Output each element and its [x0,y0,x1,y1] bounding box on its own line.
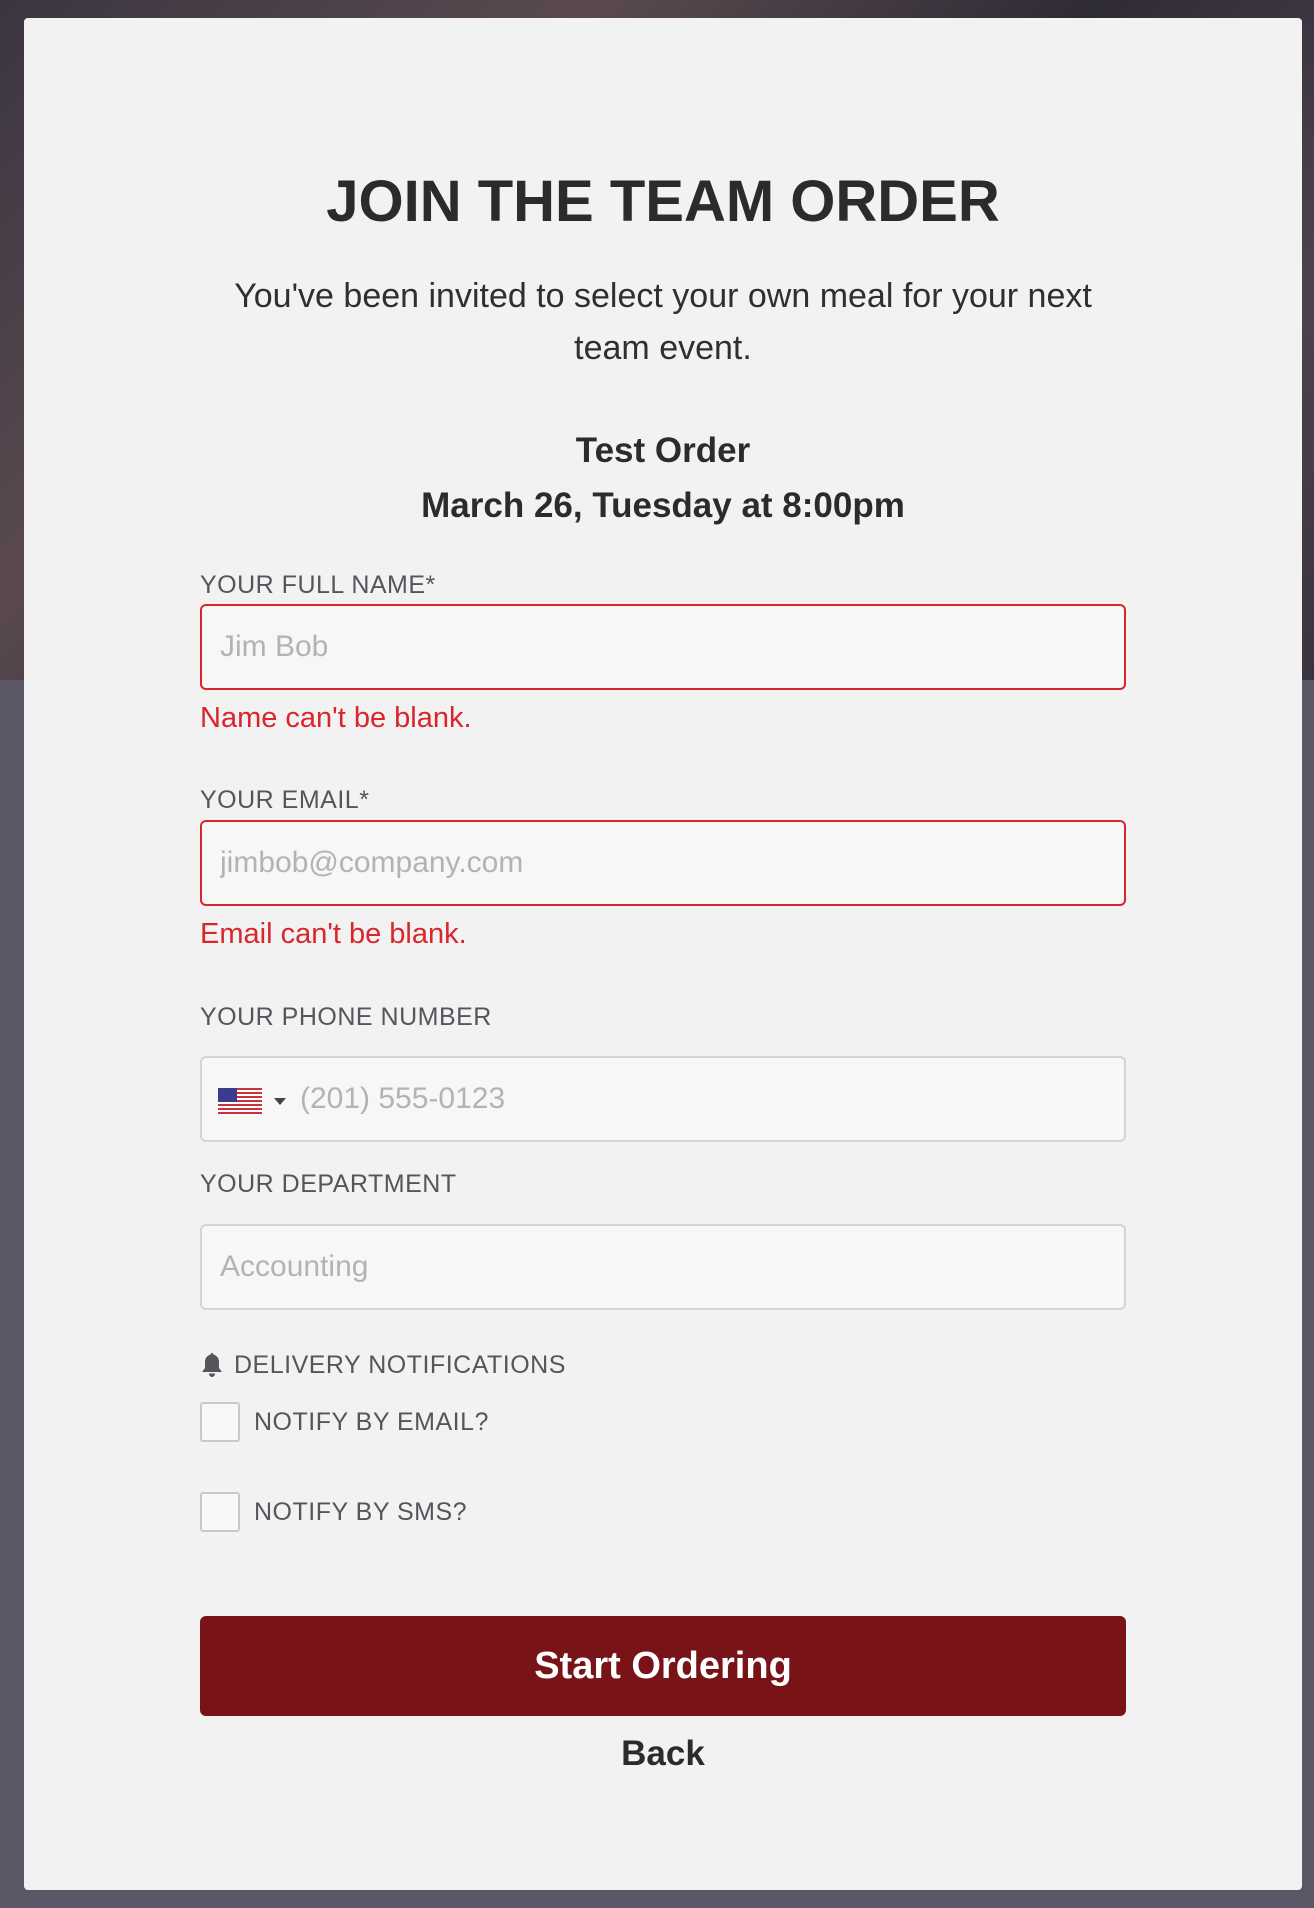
modal-subtitle: You've been invited to select your own m… [234,277,1092,367]
full-name-error: Name can't be blank. [200,702,472,734]
phone-input[interactable] [300,1058,1110,1140]
delivery-notifications-heading: DELIVERY NOTIFICATIONS [200,1350,566,1380]
email-input[interactable] [200,820,1126,906]
full-name-label: YOUR FULL NAME* [200,571,436,599]
us-flag-icon [218,1088,262,1114]
phone-field [200,1056,1126,1142]
notify-sms-option[interactable]: NOTIFY BY SMS? [200,1490,467,1534]
phone-label: YOUR PHONE NUMBER [200,1003,492,1031]
bell-icon [202,1353,222,1377]
order-name: Test Order [575,431,751,470]
country-selector[interactable] [218,1086,294,1116]
chevron-down-icon [274,1098,286,1105]
full-name-input[interactable] [200,604,1126,690]
notify-sms-checkbox[interactable] [200,1492,240,1532]
notify-sms-label: NOTIFY BY SMS? [254,1497,468,1526]
department-input[interactable] [200,1224,1126,1310]
delivery-notifications-label: DELIVERY NOTIFICATIONS [234,1350,566,1379]
notify-email-label: NOTIFY BY EMAIL? [254,1407,489,1436]
notify-email-option[interactable]: NOTIFY BY EMAIL? [200,1400,489,1444]
back-link[interactable]: Back [200,1732,1126,1776]
notify-email-checkbox[interactable] [200,1402,240,1442]
email-label: YOUR EMAIL* [200,786,370,814]
order-datetime: March 26, Tuesday at 8:00pm [421,486,905,525]
modal-title: JOIN THE TEAM ORDER [326,169,1000,234]
email-error: Email can't be blank. [200,918,467,950]
start-ordering-button[interactable]: Start Ordering [200,1616,1126,1716]
department-label: YOUR DEPARTMENT [200,1170,457,1198]
join-order-modal: JOIN THE TEAM ORDER You've been invited … [24,18,1302,1890]
